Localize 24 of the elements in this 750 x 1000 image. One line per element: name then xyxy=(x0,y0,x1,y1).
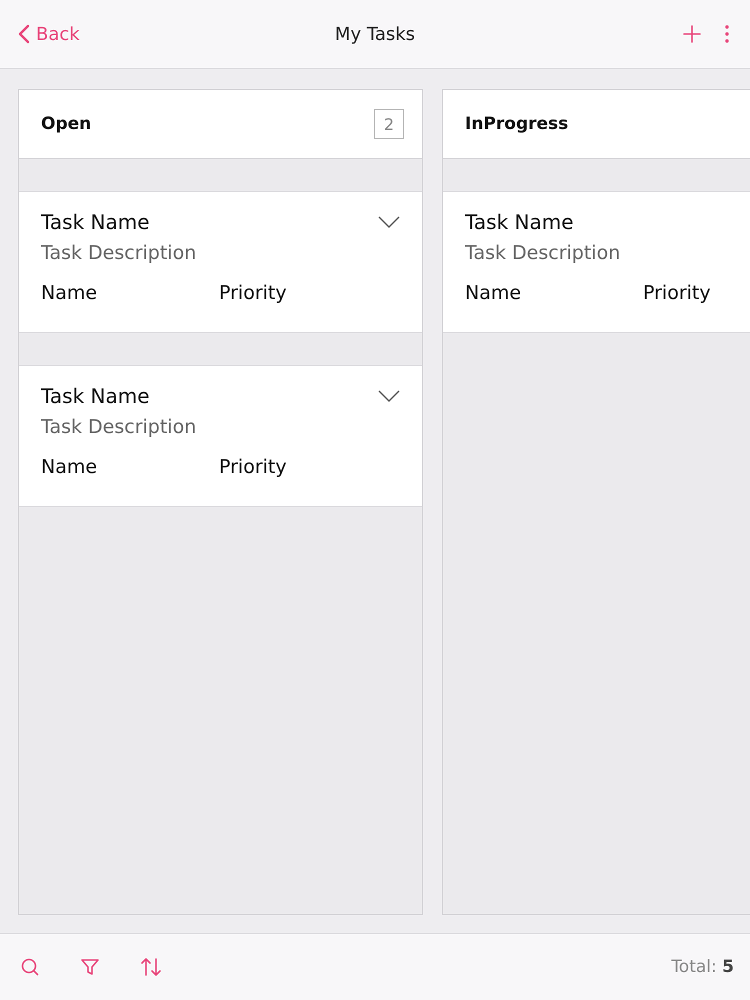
page-title: My Tasks xyxy=(334,24,416,44)
task-description: Task Description xyxy=(41,242,198,264)
task-card[interactable]: Task Name Task Description Name Priority xyxy=(19,191,422,333)
chevron-left-icon xyxy=(18,24,30,44)
assignee-name: Name xyxy=(465,282,522,304)
task-name: Task Name xyxy=(41,384,150,408)
chevron-down-icon[interactable] xyxy=(378,216,400,228)
task-priority: Priority xyxy=(219,282,288,304)
task-description: Task Description xyxy=(465,242,622,264)
task-priority: Priority xyxy=(643,282,712,304)
chevron-down-icon[interactable] xyxy=(378,390,400,402)
task-description: Task Description xyxy=(41,416,198,438)
task-name: Task Name xyxy=(465,210,574,234)
task-priority: Priority xyxy=(219,456,288,478)
task-name: Task Name xyxy=(41,210,150,234)
back-button[interactable]: Back xyxy=(18,24,80,44)
column-title: InProgress xyxy=(465,114,568,134)
assignee-name: Name xyxy=(41,456,98,478)
task-card[interactable]: Task Name Task Description Name Priority xyxy=(19,365,422,507)
assignee-name: Name xyxy=(41,282,98,304)
total-count: Total: 5 xyxy=(671,957,734,977)
count-badge: 2 xyxy=(374,109,404,139)
task-card[interactable]: Task Name Task Description Name Priority xyxy=(443,191,750,333)
column-title: Open xyxy=(41,114,92,134)
